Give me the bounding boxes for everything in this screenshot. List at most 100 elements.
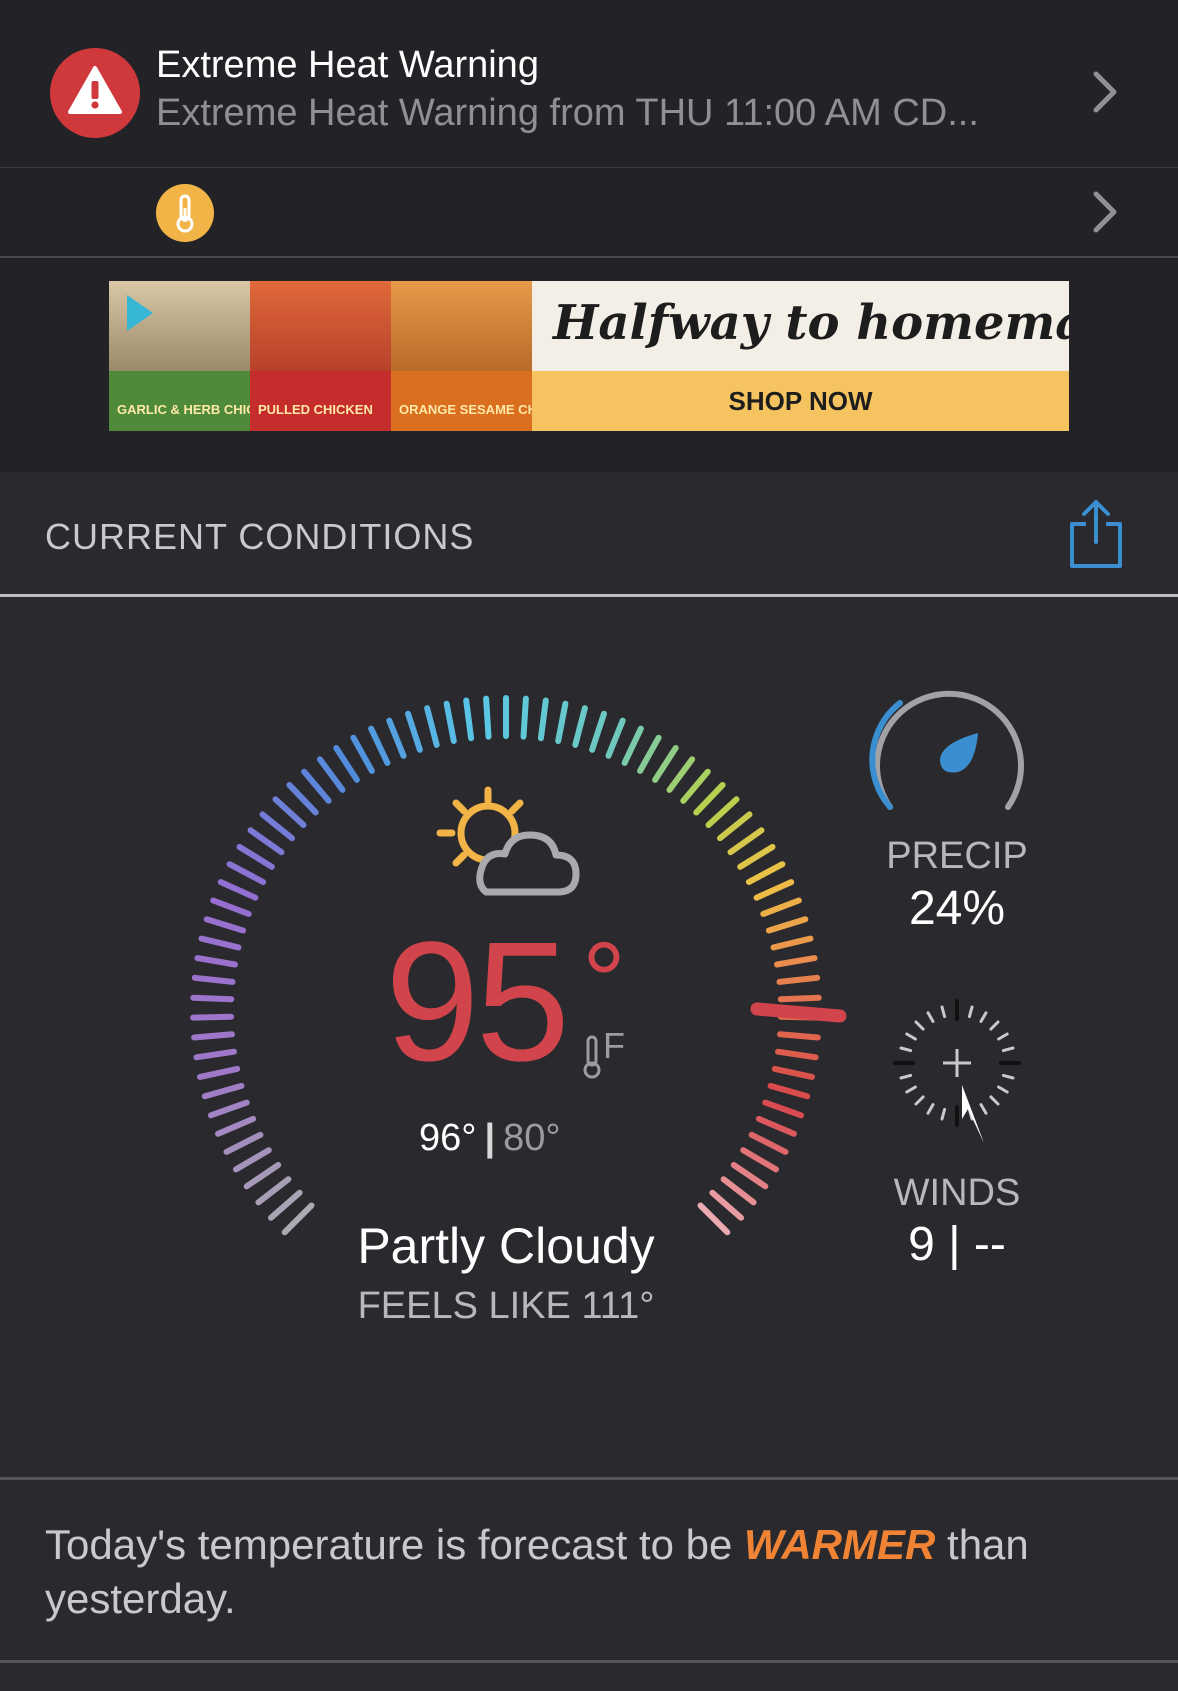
gauge-tick	[201, 1082, 245, 1100]
gauge-tick	[268, 1189, 303, 1221]
gauge-tick	[223, 1131, 264, 1155]
temperature-alert-row[interactable]	[0, 168, 1178, 258]
gauge-tick	[652, 745, 679, 783]
gauge-tick	[233, 1147, 272, 1173]
forecast-note-before: Today's temperature is forecast to be	[45, 1521, 745, 1568]
compass-tick	[914, 1095, 925, 1106]
forecast-note: Today's temperature is forecast to be WA…	[0, 1477, 1178, 1663]
compass-tick	[899, 1046, 913, 1053]
share-icon[interactable]	[1066, 498, 1126, 570]
gauge-tick	[727, 827, 765, 856]
gauge-tick	[190, 1013, 235, 1021]
gauge-tick	[226, 861, 267, 885]
gauge-tick	[589, 710, 607, 753]
gauge-tick	[316, 756, 346, 793]
precip-gauge	[869, 690, 1024, 810]
chevron-right-icon	[1093, 191, 1117, 233]
gauge-tick	[483, 695, 492, 740]
gauge-tick	[555, 700, 569, 744]
gauge-tick	[693, 782, 726, 816]
gauge-tick	[730, 1162, 769, 1190]
gauge-tick	[762, 1099, 805, 1119]
warning-icon	[50, 48, 140, 138]
gauge-tick	[775, 1048, 819, 1061]
section-title: CURRENT CONDITIONS	[45, 516, 475, 557]
gauge-tick	[705, 796, 740, 828]
compass-tick	[979, 1011, 988, 1023]
compass-tick	[997, 1032, 1009, 1041]
gauge-tick	[301, 768, 332, 804]
gauge-tick	[194, 955, 238, 968]
gauge-tick	[755, 1115, 797, 1137]
gauge-tick	[443, 700, 457, 744]
gauge-tick	[386, 717, 407, 759]
gauge-tick	[191, 1031, 235, 1041]
compass-tick	[926, 1011, 935, 1023]
gauge-tick	[709, 1189, 744, 1221]
gauge-tick	[771, 1065, 815, 1080]
degree-symbol: °	[582, 920, 626, 1043]
gauge-current-marker	[750, 1002, 847, 1023]
ad-choices-icon[interactable]	[127, 295, 153, 331]
gauge-tick	[740, 1147, 779, 1173]
compass-tick	[914, 1020, 925, 1031]
gauge-tick	[333, 745, 360, 783]
gauge-tick	[198, 935, 242, 951]
gauge-tick	[243, 1162, 282, 1190]
ad-band: GARLIC & HERB CHICKEN PULLED CHICKEN ORA…	[0, 258, 1178, 472]
compass-tick	[979, 1103, 988, 1115]
compass-tick	[1001, 1046, 1015, 1053]
compass-tick	[989, 1020, 1000, 1031]
gauge-tick	[215, 1115, 257, 1137]
feels-like: FEELS LIKE 111°	[357, 1285, 655, 1327]
gauge-tick	[286, 782, 319, 816]
compass-icon	[893, 999, 1021, 1143]
ad-shop-now-button[interactable]: SHOP NOW	[532, 371, 1069, 431]
gauge-tick	[463, 697, 475, 742]
precip-label: PRECIP	[886, 835, 1028, 877]
gauge-tick	[207, 1099, 250, 1119]
compass-tick	[940, 1005, 947, 1019]
gauge-tick	[236, 843, 275, 870]
gauge-tick	[717, 811, 753, 842]
gauge-tick	[753, 879, 795, 901]
thermometer-icon	[176, 194, 194, 233]
gauge-tick	[774, 955, 818, 968]
gauge-tick	[405, 710, 423, 753]
gauge-tick	[737, 843, 776, 870]
gauge-tick	[605, 717, 626, 759]
compass-tick	[926, 1103, 935, 1115]
high-low: 96° | 80°	[419, 1117, 561, 1160]
winds-value: 9 | --	[908, 1218, 1006, 1271]
compass-tick	[967, 1005, 974, 1019]
conditions-panel: 95 ° F 96° | 80° Partly Cloudy FEELS LIKE …	[0, 597, 1178, 1477]
gauge-tick	[247, 827, 285, 856]
alert-title: Extreme Heat Warning	[156, 44, 539, 86]
temperature-unit: F	[603, 1025, 625, 1066]
gauge-tick	[368, 725, 391, 766]
ad-banner[interactable]: GARLIC & HERB CHICKEN PULLED CHICKEN ORA…	[109, 281, 1069, 431]
gauge-tick	[680, 768, 711, 804]
compass-tick	[989, 1095, 1000, 1106]
raindrop-icon	[940, 733, 978, 773]
gauge-tick	[748, 1131, 789, 1155]
gauge-tick	[777, 1031, 821, 1041]
gauge-tick	[666, 756, 696, 793]
compass-tick	[899, 1073, 913, 1080]
current-temperature: 95	[385, 907, 570, 1097]
forecast-note-highlight: WARMER	[744, 1521, 936, 1568]
high-low-separator: |	[484, 1117, 496, 1159]
gauge-tick	[424, 705, 440, 748]
ad-tagline: Halfway to homemade	[553, 295, 1069, 351]
wind-direction-arrow-icon	[962, 1085, 984, 1143]
forecast-note-text: Today's temperature is forecast to be WA…	[45, 1518, 1135, 1626]
partly-cloudy-icon	[436, 786, 580, 896]
gauge-tick	[776, 974, 821, 985]
alert-row[interactable]: Extreme Heat Warning Extreme Heat Warnin…	[0, 0, 1178, 168]
gauge-tick	[765, 916, 809, 934]
gauge-tick	[255, 1176, 292, 1206]
gauge-tick	[190, 994, 235, 1003]
gauge-tick	[217, 879, 259, 901]
compass-tick	[905, 1085, 917, 1094]
chevron-right-icon	[1093, 71, 1117, 113]
